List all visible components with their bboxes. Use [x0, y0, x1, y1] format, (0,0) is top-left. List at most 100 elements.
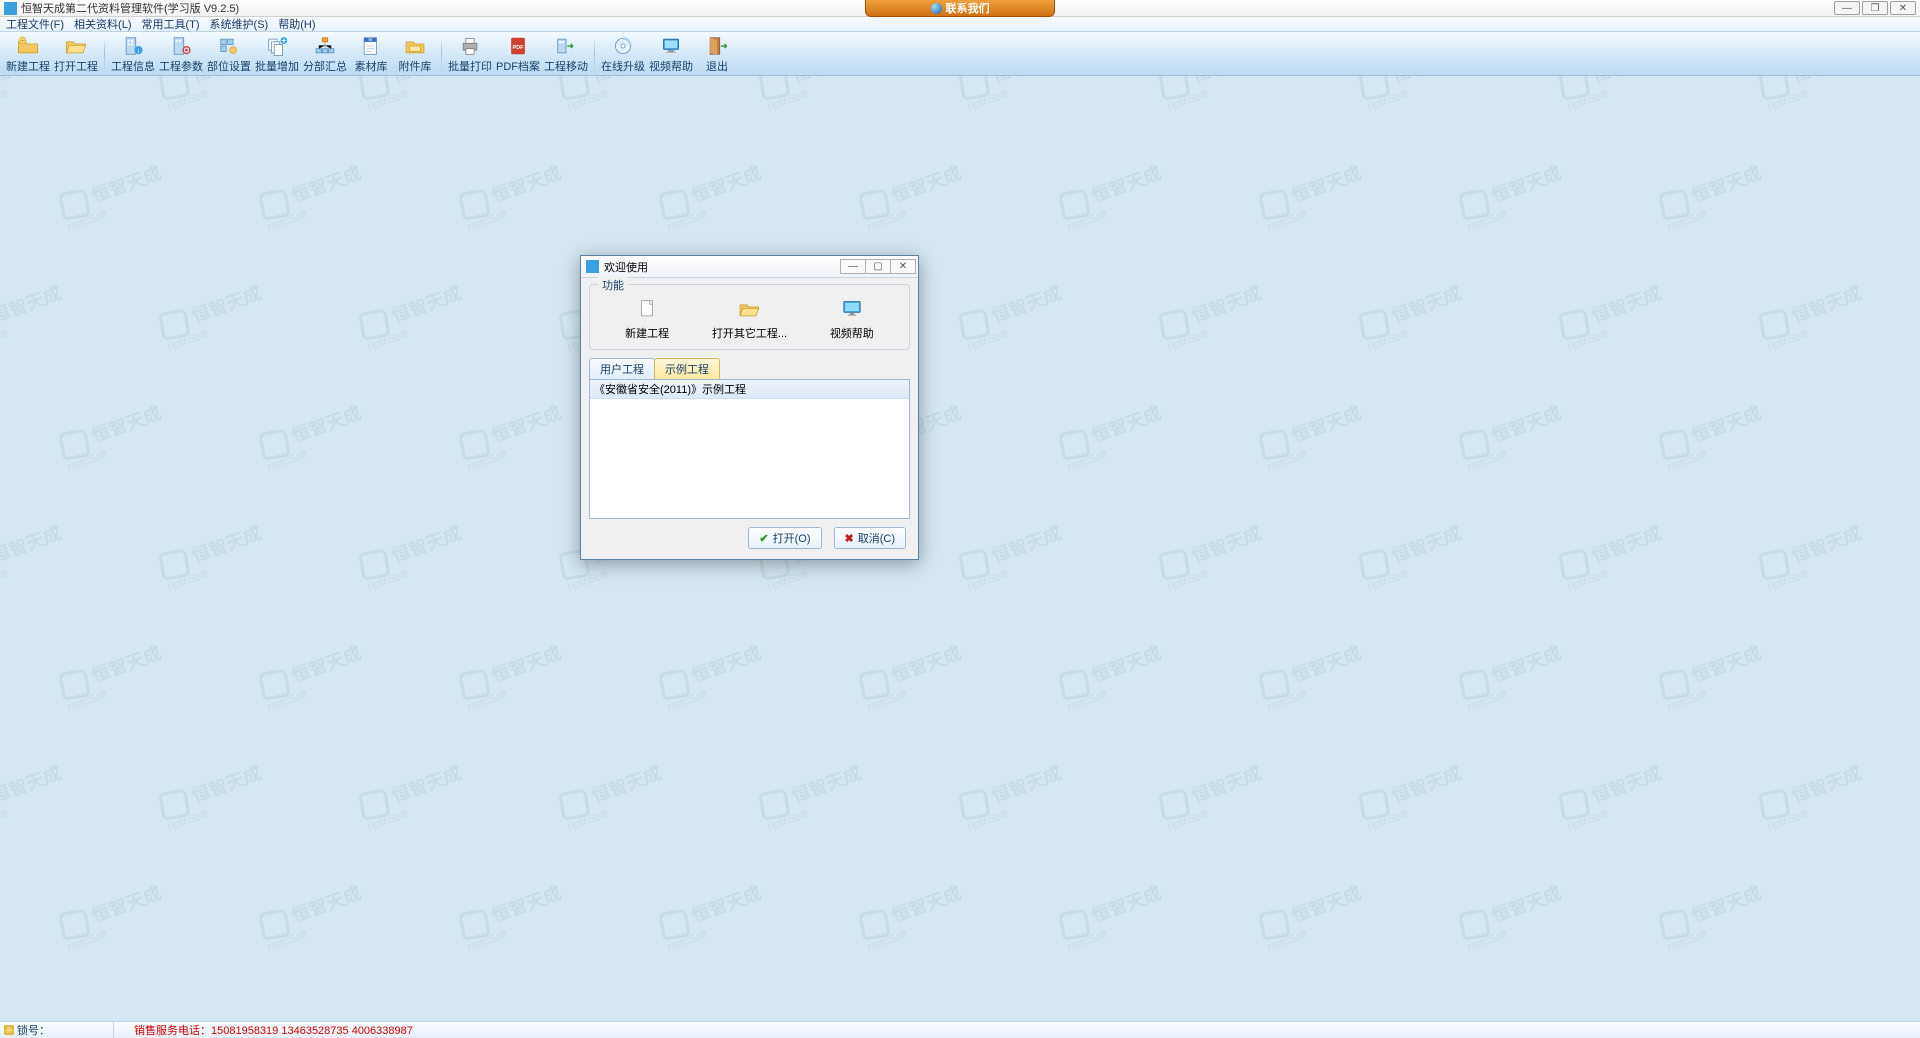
lock-icon	[4, 1025, 14, 1035]
welcome-dialog: 欢迎使用 — ▢ ✕ 功能 新建工程打开其它工程...视频帮助 用户工程示例工程…	[580, 255, 919, 560]
dialog-footer: ✔ 打开(O) ✖ 取消(C)	[589, 519, 910, 551]
cancel-button-label: 取消(C)	[858, 530, 895, 546]
toolbar-unit-settings[interactable]: 部位设置	[205, 35, 253, 74]
toolbar-pdf-archive[interactable]: PDF PDF档案	[494, 35, 542, 74]
function-fn-video[interactable]: 视频帮助	[807, 297, 897, 341]
svg-text:PDF: PDF	[513, 45, 525, 51]
toolbar-section-summary[interactable]: 分部汇总	[301, 35, 349, 74]
menubar: 工程文件(F) 相关资料(L) 常用工具(T) 系统维护(S) 帮助(H)	[0, 17, 1920, 32]
function-label: 打开其它工程...	[712, 325, 787, 341]
toolbar-batch-add[interactable]: 批量增加	[253, 35, 301, 74]
sales-phone: 销售服务电话：15081958319 13463528735 400633898…	[134, 1022, 413, 1038]
dialog-maximize-button[interactable]: ▢	[865, 259, 891, 274]
lock-status: 锁号：	[4, 1022, 114, 1038]
toolbar-video-help[interactable]: 视频帮助	[647, 35, 695, 74]
menu-tools[interactable]: 常用工具(T)	[142, 16, 200, 32]
exit-door-icon	[704, 35, 730, 57]
close-button[interactable]: ✕	[1890, 1, 1916, 15]
toolbar-attachment-lib[interactable]: 附件库	[393, 35, 437, 74]
toolbar-label: 分部汇总	[303, 58, 347, 74]
toolbar-label: 打开工程	[54, 58, 98, 74]
toolbar-label: 批量增加	[255, 58, 299, 74]
toolbar-label: 附件库	[399, 58, 432, 74]
functions-row: 新建工程 打开其它工程... 视频帮助	[596, 295, 903, 343]
menu-help[interactable]: 帮助(H)	[278, 16, 315, 32]
toolbar: 新建工程打开工程 i 工程信息工程参数部位设置批量增加分部汇总 W 素材库附件库批量打印…	[0, 32, 1920, 76]
tab-user[interactable]: 用户工程	[589, 358, 655, 379]
menu-system[interactable]: 系统维护(S)	[210, 16, 269, 32]
toolbar-label: 批量打印	[448, 58, 492, 74]
building-move-icon	[553, 35, 579, 57]
toolbar-project-info[interactable]: i 工程信息	[109, 35, 157, 74]
dialog-tabs: 用户工程示例工程	[589, 358, 910, 379]
toolbar-open-project[interactable]: 打开工程	[52, 35, 100, 74]
dialog-title: 欢迎使用	[604, 259, 648, 275]
folder-open-y-icon	[733, 297, 765, 321]
tab-sample[interactable]: 示例工程	[654, 358, 720, 379]
x-icon: ✖	[845, 532, 854, 545]
function-label: 视频帮助	[830, 325, 874, 341]
toolbar-label: PDF档案	[496, 58, 540, 74]
app-title: 恒智天成第二代资料管理软件(学习版 V9.2.5)	[21, 0, 239, 16]
dialog-body: 功能 新建工程打开其它工程...视频帮助 用户工程示例工程 《安徽省安全(201…	[581, 278, 918, 559]
toolbar-project-move[interactable]: 工程移动	[542, 35, 590, 74]
maximize-button[interactable]: ❐	[1862, 1, 1888, 15]
function-fn-new[interactable]: 新建工程	[602, 297, 692, 341]
titlebar: 恒智天成第二代资料管理软件(学习版 V9.2.5) 联系我们 — ❐ ✕	[0, 0, 1920, 17]
folder-lib-icon	[402, 35, 428, 57]
toolbar-project-params[interactable]: 工程参数	[157, 35, 205, 74]
open-button[interactable]: ✔ 打开(O)	[748, 527, 821, 549]
watermark: 恒智天成HztcSoft恒智天成HztcSoft恒智天成HztcSoft恒智天成…	[0, 76, 1920, 1021]
folder-new-icon	[15, 35, 41, 57]
list-item[interactable]: 《安徽省安全(2011)》示例工程	[590, 380, 909, 399]
toolbar-label: 部位设置	[207, 58, 251, 74]
dialog-close-button[interactable]: ✕	[890, 259, 916, 274]
monitor-big-icon	[836, 297, 868, 321]
menu-related[interactable]: 相关资料(L)	[74, 16, 131, 32]
cancel-button[interactable]: ✖ 取消(C)	[834, 527, 907, 549]
building-gear-icon	[168, 35, 194, 57]
check-icon: ✔	[759, 532, 768, 545]
pdf-icon: PDF	[505, 35, 531, 57]
menu-file[interactable]: 工程文件(F)	[6, 16, 64, 32]
toolbar-online-upgrade[interactable]: 在线升级	[599, 35, 647, 74]
lock-label: 锁号：	[17, 1022, 50, 1038]
contact-us-button[interactable]: 联系我们	[865, 0, 1055, 17]
disc-icon	[610, 35, 636, 57]
dialog-titlebar: 欢迎使用 — ▢ ✕	[581, 256, 918, 278]
toolbar-material-lib[interactable]: W 素材库	[349, 35, 393, 74]
printer-icon	[457, 35, 483, 57]
folder-open-icon	[63, 35, 89, 57]
sales-numbers: 15081958319 13463528735 4006338987	[211, 1025, 413, 1037]
toolbar-label: 在线升级	[601, 58, 645, 74]
dialog-minimize-button[interactable]: —	[840, 259, 866, 274]
toolbar-label: 工程信息	[111, 58, 155, 74]
workspace: 恒智天成HztcSoft恒智天成HztcSoft恒智天成HztcSoft恒智天成…	[0, 76, 1920, 1021]
toolbar-separator	[441, 37, 442, 71]
function-fn-open[interactable]: 打开其它工程...	[704, 297, 794, 341]
dialog-window-controls: — ▢ ✕	[841, 259, 916, 274]
building-info-icon: i	[120, 35, 146, 57]
toolbar-separator	[104, 37, 105, 71]
globe-icon	[931, 3, 942, 14]
function-label: 新建工程	[625, 325, 669, 341]
functions-groupbox: 功能 新建工程打开其它工程...视频帮助	[589, 284, 910, 350]
toolbar-batch-print[interactable]: 批量打印	[446, 35, 494, 74]
svg-text:W: W	[368, 37, 372, 42]
statusbar: 锁号： 销售服务电话：15081958319 13463528735 40063…	[0, 1021, 1920, 1038]
svg-text:i: i	[138, 48, 139, 55]
toolbar-exit[interactable]: 退出	[695, 35, 739, 74]
sales-label: 销售服务电话：	[134, 1025, 211, 1037]
docs-plus-icon	[264, 35, 290, 57]
contact-label: 联系我们	[946, 0, 990, 16]
app-icon	[4, 2, 17, 15]
toolbar-label: 素材库	[355, 58, 388, 74]
project-listbox[interactable]: 《安徽省安全(2011)》示例工程	[589, 379, 910, 519]
toolbar-label: 视频帮助	[649, 58, 693, 74]
dialog-icon	[586, 260, 599, 273]
hierarchy-icon	[312, 35, 338, 57]
toolbar-label: 退出	[706, 58, 728, 74]
minimize-button[interactable]: —	[1834, 1, 1860, 15]
toolbar-new-project[interactable]: 新建工程	[4, 35, 52, 74]
toolbar-label: 新建工程	[6, 58, 50, 74]
